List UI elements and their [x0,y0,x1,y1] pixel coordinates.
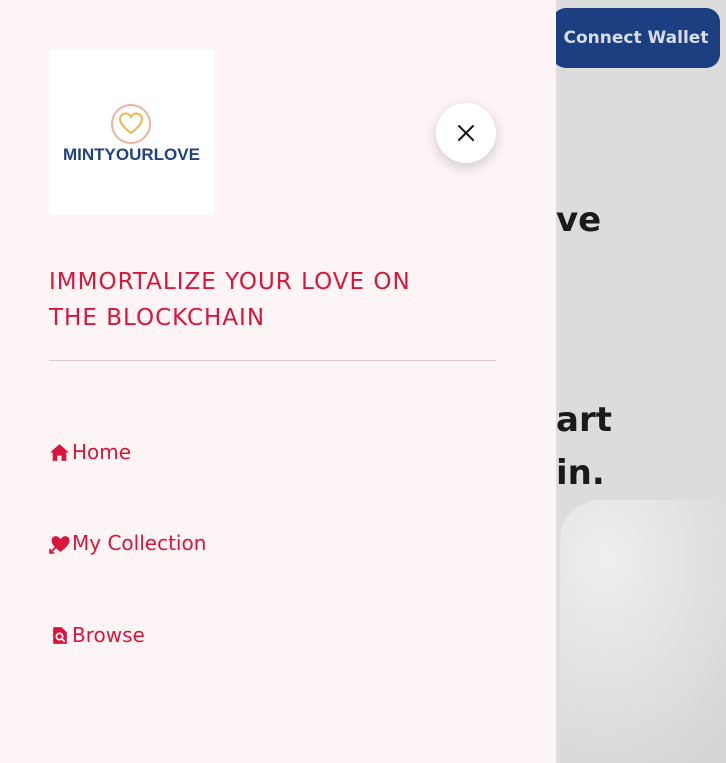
nav-item-my-collection[interactable]: My Collection [49,531,206,555]
heart-arrow-icon [49,535,70,554]
logo-text: MINTYOURLOVE [63,145,200,164]
nav-item-home[interactable]: Home [49,440,131,464]
hero-image [560,500,726,763]
connect-wallet-button[interactable]: Connect Wallet [552,8,720,68]
nav-item-label: Browse [72,623,145,647]
hero-subheading-fragment-2: in. [556,453,605,493]
close-button[interactable] [436,103,496,163]
tagline: IMMORTALIZE YOUR LOVE ON THE BLOCKCHAIN [49,269,411,331]
hero-subheading-fragment: art [556,400,612,440]
search-document-icon [53,626,67,644]
nav-item-label: Home [72,440,132,464]
heart-logo-icon [111,104,151,144]
nav-item-browse[interactable]: Browse [49,623,145,647]
home-icon [50,443,69,461]
hero-heading-fragment: ve [556,200,602,240]
nav-item-label: My Collection [72,531,207,555]
divider [49,360,496,361]
logo[interactable]: MINTYOURLOVE [49,50,214,215]
close-icon [458,125,474,141]
side-drawer: MINTYOURLOVE IMMORTALIZE YOUR LOVE ON TH… [0,0,556,763]
